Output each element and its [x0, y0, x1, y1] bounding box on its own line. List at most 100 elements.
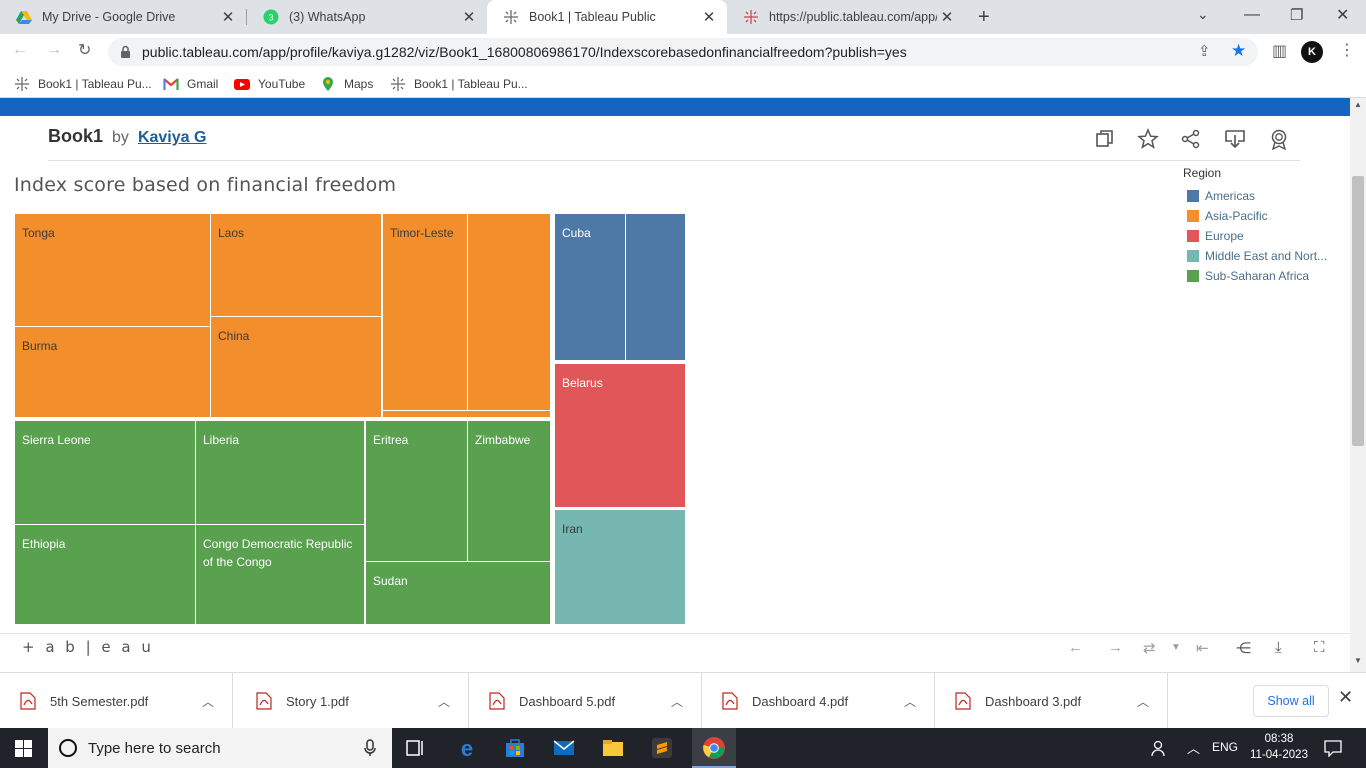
treemap-cell[interactable]: Laos — [211, 214, 381, 316]
revert-icon[interactable]: ⇄ — [1143, 639, 1156, 657]
notifications-icon[interactable] — [1324, 739, 1342, 757]
share-icon[interactable]: ⋲ — [1236, 639, 1251, 657]
copy-icon[interactable] — [1094, 128, 1116, 150]
legend-item-middle-east[interactable]: Middle East and Nort... — [1183, 246, 1327, 266]
profile-avatar[interactable]: K — [1301, 41, 1323, 63]
reload-icon[interactable]: ↻ — [78, 40, 91, 60]
address-bar[interactable]: public.tableau.com/app/profile/kaviya.g1… — [108, 38, 1258, 66]
revert-dropdown-icon[interactable]: ▼ — [1171, 642, 1181, 653]
treemap-cell[interactable]: China — [211, 317, 381, 417]
tab-title: (3) WhatsApp — [289, 10, 366, 24]
chevron-up-icon[interactable]: ︿ — [438, 693, 450, 710]
download-icon[interactable] — [1224, 128, 1246, 150]
treemap-cell[interactable] — [383, 411, 550, 417]
author-link[interactable]: Kaviya G — [138, 129, 206, 146]
download-item[interactable]: Story 1.pdf ︿ — [236, 673, 469, 729]
treemap-cell[interactable]: Congo Democratic Republic of the Congo — [196, 525, 364, 624]
close-icon[interactable]: ✕ — [218, 8, 238, 26]
close-icon[interactable]: ✕ — [937, 8, 957, 26]
page-scrollbar[interactable]: ▲ ▼ — [1350, 98, 1366, 672]
people-icon[interactable] — [1150, 739, 1168, 757]
treemap-cell[interactable]: Iran — [555, 510, 685, 624]
treemap-cell-label: Tonga — [22, 226, 55, 240]
tab-tableau-url[interactable]: https://public.tableau.com/app/p ✕ — [727, 0, 965, 34]
download-item[interactable]: 5th Semester.pdf ︿ — [0, 673, 233, 729]
treemap-cell[interactable]: Liberia — [196, 421, 364, 524]
close-icon[interactable]: ✕ — [459, 8, 479, 26]
treemap-cell[interactable] — [626, 214, 685, 360]
treemap-cell[interactable]: Sierra Leone — [15, 421, 195, 524]
taskbar-search-box[interactable]: Type here to search — [48, 728, 392, 768]
back-icon[interactable]: ← — [12, 41, 28, 59]
download-item[interactable]: Dashboard 5.pdf ︿ — [469, 673, 702, 729]
bookmark-item[interactable]: Gmail — [163, 76, 218, 92]
treemap-cell[interactable]: Zimbabwe — [468, 421, 550, 561]
treemap-cell[interactable]: Burma — [15, 327, 210, 417]
bookmark-star-icon[interactable]: ★ — [1231, 41, 1246, 61]
chevron-up-icon[interactable]: ︿ — [1187, 738, 1200, 757]
chrome-taskbar-button[interactable] — [692, 728, 736, 768]
badge-icon[interactable] — [1268, 128, 1290, 150]
bookmark-item[interactable]: Book1 | Tableau Pu... — [390, 76, 528, 92]
treemap-cell[interactable]: Tonga — [15, 214, 210, 326]
microphone-icon[interactable] — [364, 739, 376, 757]
chevron-up-icon[interactable]: ︿ — [202, 693, 214, 710]
tab-search-icon[interactable]: ⌄ — [1197, 6, 1209, 23]
bookmark-label: Gmail — [187, 77, 219, 91]
download-icon[interactable]: ⤓ — [1275, 639, 1282, 656]
restore-icon[interactable]: ❐ — [1290, 6, 1303, 24]
side-panel-icon[interactable]: ▥ — [1272, 41, 1287, 61]
treemap-cell[interactable]: Ethiopia — [15, 525, 195, 624]
minimize-icon[interactable]: — — [1244, 6, 1260, 24]
mail-icon[interactable] — [552, 736, 576, 760]
treemap-cell[interactable]: Eritrea — [366, 421, 467, 561]
share-icon[interactable] — [1180, 128, 1202, 150]
close-window-icon[interactable]: ✕ — [1336, 5, 1349, 25]
scroll-down-icon[interactable]: ▼ — [1354, 656, 1362, 665]
forward-icon[interactable]: → — [46, 41, 62, 59]
sublime-text-icon[interactable] — [650, 736, 674, 760]
download-item[interactable]: Dashboard 4.pdf ︿ — [702, 673, 935, 729]
favorite-star-icon[interactable] — [1137, 128, 1159, 150]
redo-icon[interactable]: → — [1108, 639, 1123, 656]
task-view-icon[interactable] — [404, 736, 428, 760]
file-explorer-icon[interactable] — [601, 736, 625, 760]
new-tab-icon[interactable]: + — [978, 6, 990, 29]
store-icon[interactable] — [503, 736, 527, 760]
treemap-cell[interactable]: Cuba — [555, 214, 625, 360]
download-item[interactable]: Dashboard 3.pdf ︿ — [935, 673, 1168, 729]
legend-item-sub-saharan-africa[interactable]: Sub-Saharan Africa — [1183, 266, 1327, 286]
language-indicator[interactable]: ENG — [1212, 740, 1238, 754]
show-all-button[interactable]: Show all — [1253, 685, 1329, 717]
treemap-cell[interactable]: Timor-Leste — [383, 214, 467, 410]
system-clock[interactable]: 08:38 11-04-2023 — [1250, 731, 1308, 763]
treemap-cell[interactable]: Sudan — [366, 562, 550, 624]
close-icon[interactable]: ✕ — [1338, 687, 1353, 708]
treemap-cell[interactable] — [468, 214, 550, 410]
edge-icon[interactable]: e — [455, 736, 479, 760]
fullscreen-icon[interactable]: ⛶ — [1314, 639, 1325, 656]
legend-item-europe[interactable]: Europe — [1183, 226, 1327, 246]
bookmark-item[interactable]: Book1 | Tableau Pu... — [14, 76, 152, 92]
share-icon[interactable]: ⇪ — [1198, 42, 1211, 60]
search-placeholder: Type here to search — [88, 739, 221, 757]
bookmark-item[interactable]: Maps — [320, 76, 373, 92]
tab-tableau-active[interactable]: Book1 | Tableau Public ✕ — [487, 0, 727, 34]
scroll-up-icon[interactable]: ▲ — [1354, 100, 1362, 109]
chevron-up-icon[interactable]: ︿ — [1137, 693, 1149, 710]
tab-google-drive[interactable]: My Drive - Google Drive ✕ — [0, 0, 246, 34]
reset-icon[interactable]: ⇤ — [1196, 639, 1209, 657]
menu-icon[interactable]: ⋮ — [1339, 40, 1355, 60]
bookmark-label: Maps — [344, 77, 374, 91]
treemap-cell[interactable]: Belarus — [555, 364, 685, 507]
undo-icon[interactable]: ← — [1068, 639, 1083, 656]
bookmark-item[interactable]: YouTube — [234, 76, 305, 92]
legend-item-asia-pacific[interactable]: Asia-Pacific — [1183, 206, 1327, 226]
windows-start-icon[interactable] — [15, 740, 32, 757]
chevron-up-icon[interactable]: ︿ — [904, 693, 916, 710]
chevron-up-icon[interactable]: ︿ — [671, 693, 683, 710]
scrollbar-thumb[interactable] — [1352, 176, 1364, 446]
legend-item-americas[interactable]: Americas — [1183, 186, 1327, 206]
tab-whatsapp[interactable]: 3 (3) WhatsApp ✕ — [247, 0, 487, 34]
close-icon[interactable]: ✕ — [699, 8, 719, 26]
